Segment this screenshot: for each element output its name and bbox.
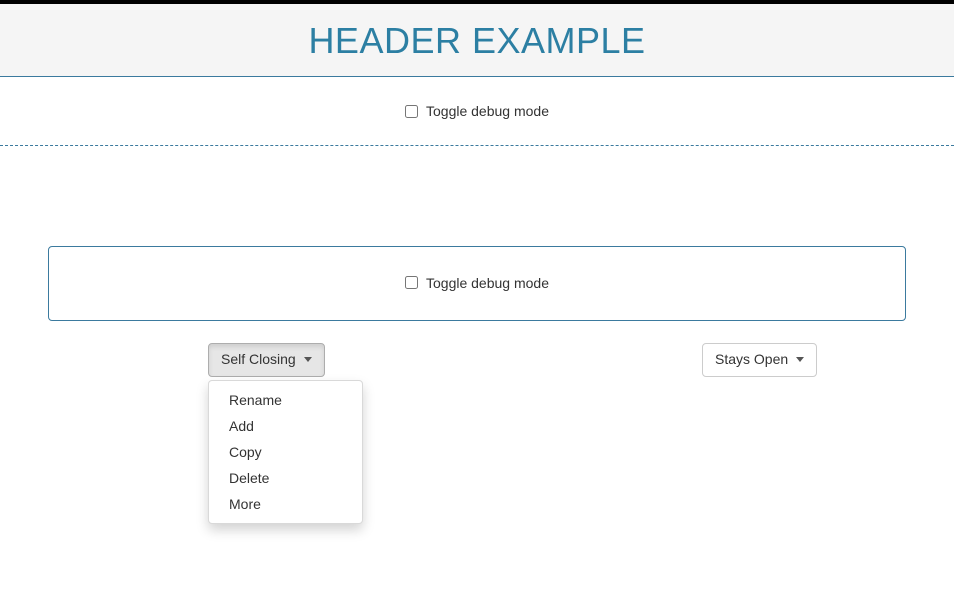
dropdown-item-add[interactable]: Add bbox=[209, 413, 362, 439]
toggle-debug-checkbox-top[interactable] bbox=[405, 105, 418, 118]
stays-open-button[interactable]: Stays Open bbox=[702, 343, 817, 377]
toggle-debug-panel[interactable]: Toggle debug mode bbox=[405, 275, 549, 291]
toggle-debug-row-top: Toggle debug mode bbox=[0, 77, 954, 146]
toggle-debug-checkbox-panel[interactable] bbox=[405, 276, 418, 289]
stays-open-label: Stays Open bbox=[715, 350, 788, 370]
self-closing-button[interactable]: Self Closing bbox=[208, 343, 325, 377]
panel: Toggle debug mode bbox=[48, 246, 906, 322]
button-row: Self Closing Rename Add Copy Delete More… bbox=[48, 343, 906, 543]
dropdown-menu: Rename Add Copy Delete More bbox=[208, 380, 363, 524]
spacer bbox=[0, 146, 954, 246]
toggle-debug-label-panel: Toggle debug mode bbox=[426, 275, 549, 291]
toggle-debug-top[interactable]: Toggle debug mode bbox=[405, 103, 549, 119]
dropdown-item-copy[interactable]: Copy bbox=[209, 439, 362, 465]
dropdown-item-rename[interactable]: Rename bbox=[209, 387, 362, 413]
page-header: HEADER EXAMPLE bbox=[0, 4, 954, 77]
dropdown-item-delete[interactable]: Delete bbox=[209, 465, 362, 491]
toggle-debug-label-top: Toggle debug mode bbox=[426, 103, 549, 119]
caret-down-icon bbox=[796, 357, 804, 362]
page-title: HEADER EXAMPLE bbox=[0, 20, 954, 62]
self-closing-label: Self Closing bbox=[221, 350, 296, 370]
stays-open-group: Stays Open bbox=[702, 343, 817, 377]
caret-down-icon bbox=[304, 357, 312, 362]
self-closing-group: Self Closing Rename Add Copy Delete More bbox=[208, 343, 325, 377]
dropdown-item-more[interactable]: More bbox=[209, 491, 362, 517]
